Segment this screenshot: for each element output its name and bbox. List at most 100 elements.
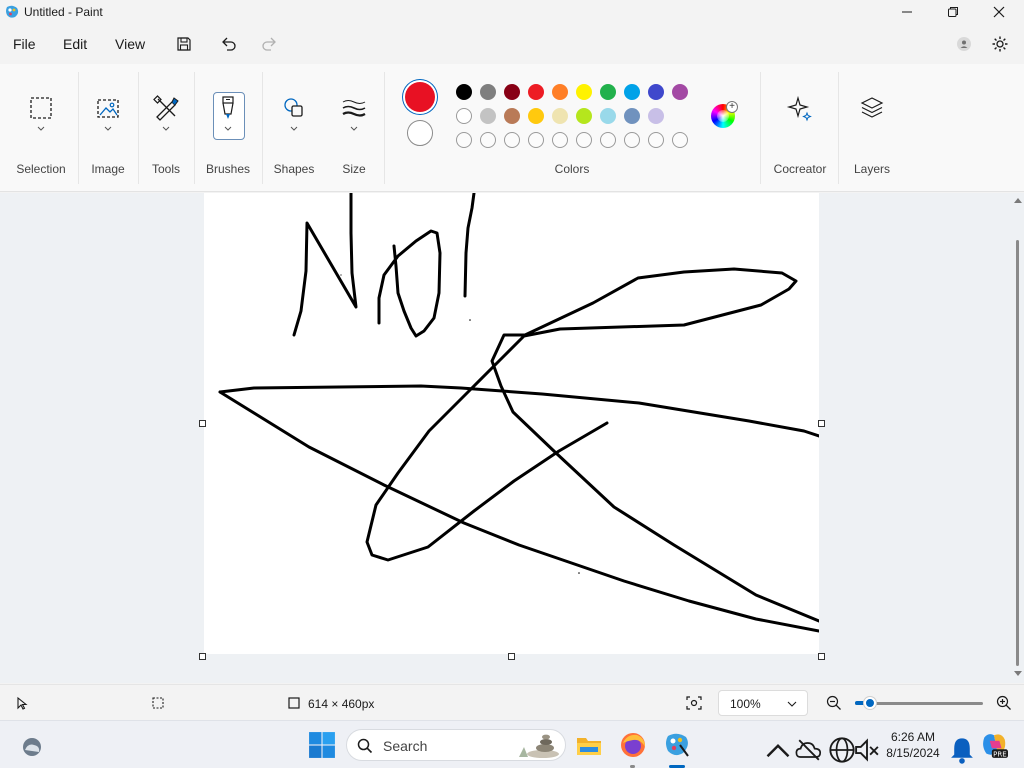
size-label: Size [342,162,366,176]
palette-color-swatch[interactable] [672,84,688,100]
selection-group[interactable]: Selection [8,64,74,192]
close-button[interactable] [976,0,1022,24]
shapes-icon [284,98,303,117]
menu-file[interactable]: File [13,36,36,52]
scrollbar-thumb[interactable] [1016,240,1019,666]
paint-taskbar-icon[interactable] [663,731,691,759]
palette-color-swatch[interactable] [456,108,472,124]
size-icon [342,100,366,117]
canvas-drawing [218,193,821,633]
widgets-weather-icon[interactable] [18,733,46,761]
clock-date: 8/15/2024 [886,746,940,760]
canvas-size-text: 614 × 460px [308,697,375,711]
file-explorer-icon[interactable] [575,731,603,759]
scribble-dot [578,572,580,574]
scroll-down-icon[interactable] [1014,671,1022,677]
show-hidden-icons-chevron-up-icon[interactable] [764,737,792,765]
chevron-down-icon [224,126,232,131]
palette-color-swatch[interactable] [480,108,496,124]
palette-color-swatch[interactable] [648,84,664,100]
palette-color-swatch[interactable] [624,108,640,124]
undo-button[interactable] [218,34,240,54]
plus-icon: + [726,101,738,113]
resize-handle-right[interactable] [818,420,825,427]
settings-button[interactable] [989,34,1011,54]
zoom-out-icon[interactable] [826,695,842,711]
resize-handle-bottom-left[interactable] [199,653,206,660]
custom-color-slot[interactable] [576,132,592,148]
palette-color-swatch[interactable] [648,108,664,124]
volume-muted-icon[interactable] [853,736,881,764]
ribbon-divider [838,72,839,184]
windows-start-icon[interactable] [308,731,336,759]
menu-view[interactable]: View [115,36,145,52]
taskbar-clock[interactable]: 6:26 AM 8/15/2024 [880,729,946,761]
menu-edit[interactable]: Edit [63,36,87,52]
zoom-slider-knob[interactable] [864,697,877,709]
save-button[interactable] [173,34,195,54]
menu-bar: File Edit View [0,26,1024,62]
tools-group[interactable]: Tools [142,64,190,192]
chevron-down-icon [787,701,797,707]
resize-handle-left[interactable] [199,420,206,427]
drawing-canvas[interactable] [204,193,821,654]
cocreator-group[interactable]: Cocreator [766,64,834,192]
zoom-in-icon[interactable] [996,695,1012,711]
zoom-select[interactable]: 100% [718,690,808,716]
palette-color-swatch[interactable] [552,108,568,124]
palette-color-swatch[interactable] [528,84,544,100]
palette-color-swatch[interactable] [600,108,616,124]
palette-color-swatch[interactable] [576,108,592,124]
layers-group[interactable]: Layers [842,64,902,192]
custom-color-slot[interactable] [672,132,688,148]
palette-color-swatch[interactable] [504,84,520,100]
palette-color-swatch[interactable] [624,84,640,100]
custom-color-slot[interactable] [504,132,520,148]
custom-color-slot[interactable] [624,132,640,148]
custom-color-slot[interactable] [552,132,568,148]
palette-color-swatch[interactable] [456,84,472,100]
zoom-value: 100% [730,697,761,711]
clock-time: 6:26 AM [890,730,936,744]
layers-label: Layers [853,162,891,176]
copilot-pre-icon[interactable]: PRE [980,731,1008,759]
restore-button[interactable] [930,0,976,24]
ribbon-divider [194,72,195,184]
network-globe-icon[interactable] [828,736,856,764]
custom-color-slot[interactable] [528,132,544,148]
resize-handle-bottom[interactable] [508,653,515,660]
notification-bell-icon[interactable] [948,736,976,764]
custom-color-slot[interactable] [600,132,616,148]
ribbon-divider [262,72,263,184]
shapes-group[interactable]: Shapes [266,64,322,192]
chevron-down-icon [290,126,298,131]
secondary-color-swatch[interactable] [407,120,433,146]
letter-n-stroke [292,193,358,337]
image-group[interactable]: Image [82,64,134,192]
ribbon-divider [138,72,139,184]
palette-color-swatch[interactable] [528,108,544,124]
firefox-icon[interactable] [619,731,647,759]
resize-handle-bottom-right[interactable] [818,653,825,660]
redo-button[interactable] [258,34,280,54]
colors-group: Colors [388,64,756,192]
scroll-up-icon[interactable] [1014,197,1022,203]
palette-color-swatch[interactable] [600,84,616,100]
custom-color-slot[interactable] [480,132,496,148]
minimize-button[interactable] [884,0,930,24]
canvas-size-icon [288,697,300,709]
palette-color-swatch[interactable] [552,84,568,100]
palette-color-swatch[interactable] [576,84,592,100]
palette-color-swatch[interactable] [504,108,520,124]
fit-to-window-icon[interactable] [685,695,703,711]
onedrive-offline-icon[interactable] [795,736,823,764]
primary-color-swatch[interactable] [405,82,435,112]
taskbar-search[interactable]: Search [346,729,566,761]
user-icon [957,37,971,51]
restore-icon [948,7,958,17]
account-button[interactable] [953,34,975,54]
size-group[interactable]: Size [330,64,378,192]
custom-color-slot[interactable] [456,132,472,148]
palette-color-swatch[interactable] [480,84,496,100]
custom-color-slot[interactable] [648,132,664,148]
